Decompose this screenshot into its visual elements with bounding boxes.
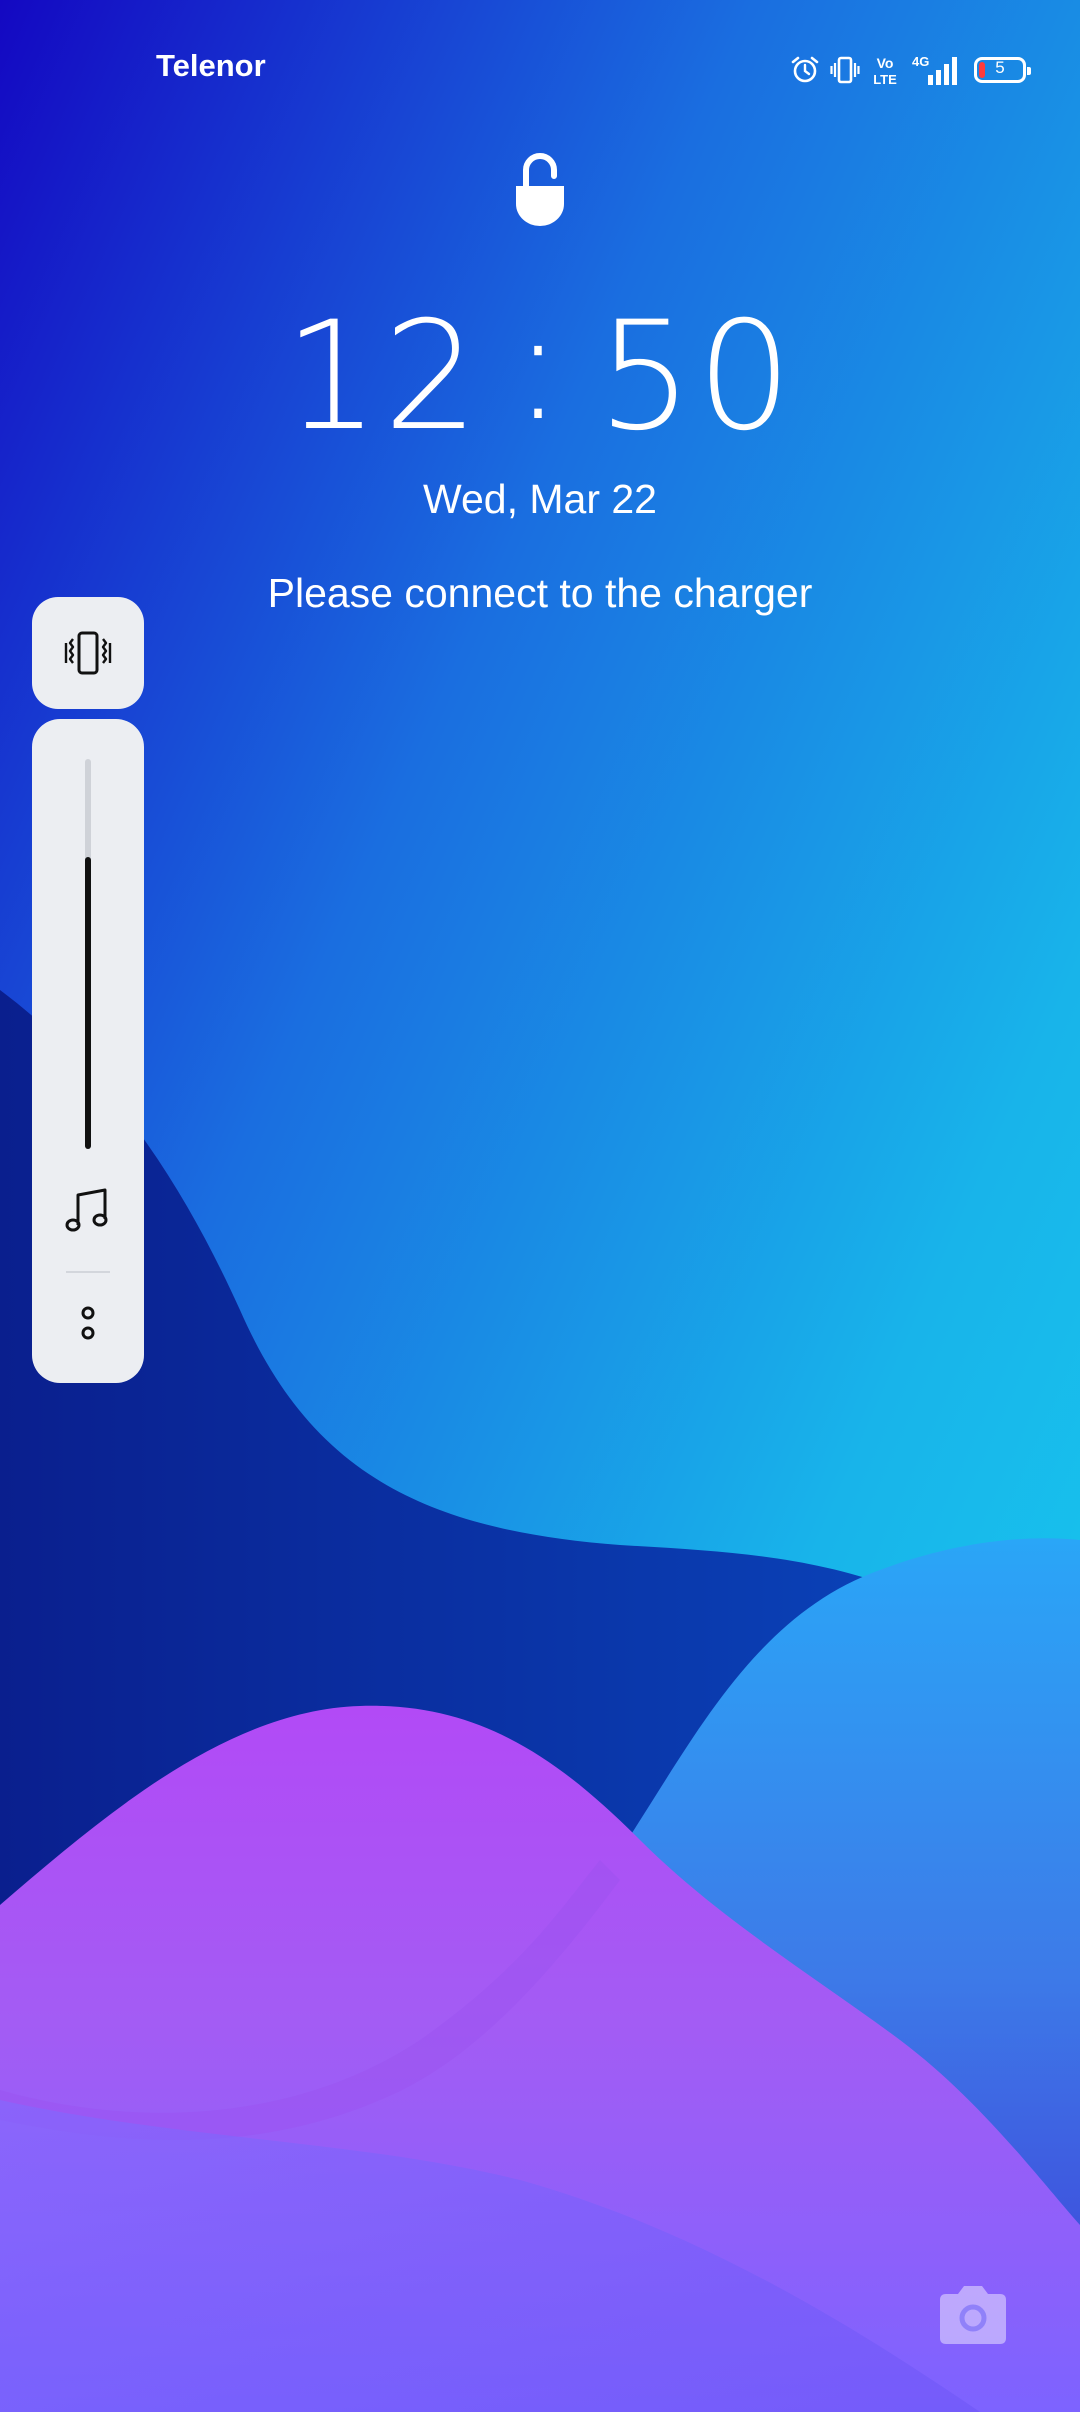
battery-level: 5 bbox=[995, 58, 1005, 77]
battery-icon: 5 bbox=[974, 57, 1031, 83]
vibrate-icon bbox=[830, 56, 860, 84]
clock-separator: : bbox=[512, 280, 568, 454]
status-icons: Vo LTE 4G 5 bbox=[790, 50, 1031, 90]
signal-4g-icon: 4G bbox=[912, 54, 957, 85]
vibrate-icon bbox=[64, 631, 112, 675]
camera-icon[interactable] bbox=[936, 2282, 1010, 2348]
status-bar: Telenor Vo LTE 4G 5 bbox=[0, 0, 1080, 130]
volte-icon: Vo LTE bbox=[873, 55, 897, 87]
lockscreen-clock: 12:50 bbox=[0, 280, 1080, 464]
lockscreen-date: Wed, Mar 22 bbox=[423, 476, 657, 522]
volume-slider[interactable] bbox=[85, 759, 91, 1149]
charger-message: Please connect to the charger bbox=[267, 570, 813, 616]
carrier-name: Telenor bbox=[156, 48, 266, 83]
svg-text:LTE: LTE bbox=[873, 72, 897, 87]
svg-text:4G: 4G bbox=[912, 54, 929, 69]
panel-divider bbox=[66, 1271, 110, 1273]
volume-panel bbox=[32, 719, 144, 1383]
volume-level-fill bbox=[85, 856, 91, 1149]
lock-icon[interactable] bbox=[512, 152, 568, 226]
alarm-icon bbox=[791, 56, 819, 83]
ringer-mode-button[interactable] bbox=[32, 597, 144, 709]
more-options-icon[interactable] bbox=[76, 1304, 100, 1344]
music-note-icon[interactable] bbox=[63, 1187, 113, 1235]
clock-hours: 12 bbox=[283, 290, 483, 464]
svg-text:Vo: Vo bbox=[877, 55, 894, 71]
clock-minutes: 50 bbox=[597, 290, 797, 464]
